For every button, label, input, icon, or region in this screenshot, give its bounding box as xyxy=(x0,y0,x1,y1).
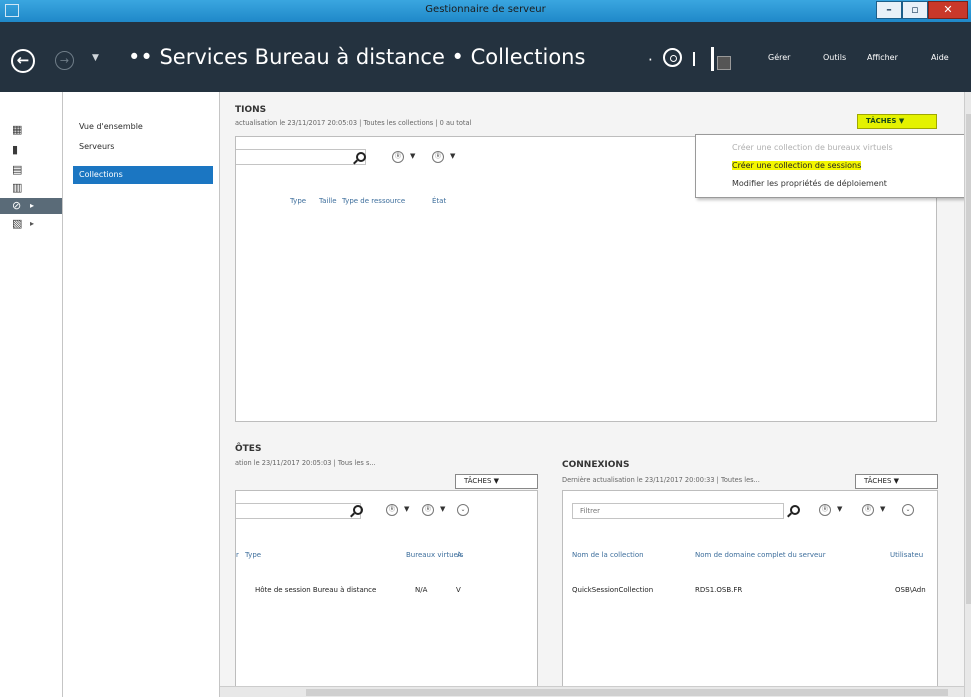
hosts-filter-input[interactable] xyxy=(236,503,361,519)
column-header-collection-name[interactable]: Nom de la collection xyxy=(572,551,644,559)
chevron-down-icon[interactable]: ▼ xyxy=(837,505,842,513)
separator-icon xyxy=(693,52,695,66)
chevron-down-icon[interactable]: ▼ xyxy=(410,152,415,160)
column-header-virtual-desktops[interactable]: Bureaux virtuels xyxy=(406,551,463,559)
column-header-user[interactable]: Utilisateu xyxy=(890,551,923,559)
column-header-server[interactable]: r xyxy=(236,551,239,559)
collections-filter-input[interactable] xyxy=(236,149,366,165)
connections-tasks-button[interactable]: TÂCHES ▼ xyxy=(855,474,938,489)
connections-panel: Filtrer Ⓡ ▼ Ⓡ ▼ ⌄ Nom de la collection N… xyxy=(562,490,938,696)
menu-view[interactable]: Afficher xyxy=(867,53,898,62)
expand-arrow-icon[interactable]: ▸ xyxy=(30,219,34,228)
column-header-extra[interactable]: A xyxy=(457,551,462,559)
history-dropdown-icon[interactable]: ▼ xyxy=(92,53,99,63)
close-button[interactable]: ✕ xyxy=(928,1,968,19)
horizontal-scroll-thumb[interactable] xyxy=(306,689,948,696)
window-title: Gestionnaire de serveur xyxy=(425,4,546,15)
vertical-scroll-thumb[interactable] xyxy=(966,114,971,604)
column-header-server-fqdn[interactable]: Nom de domaine complet du serveur xyxy=(695,551,826,559)
host-virtual-cell[interactable]: N/A xyxy=(415,586,427,594)
chevron-down-icon[interactable]: ▼ xyxy=(404,505,409,513)
notifications-flag-icon[interactable] xyxy=(711,47,733,71)
filter-options-icon[interactable]: Ⓡ xyxy=(819,504,831,516)
flag-pole-shape xyxy=(711,47,714,71)
menu-item-edit-deployment-properties[interactable]: Modifier les propriétés de déploiement xyxy=(732,179,887,188)
all-servers-icon[interactable]: ▤ xyxy=(12,164,24,176)
minimize-button[interactable]: – xyxy=(876,1,902,19)
expand-arrow-icon[interactable]: ▸ xyxy=(30,201,34,210)
remote-desktop-icon[interactable]: ⊘ xyxy=(12,200,24,212)
column-header-size[interactable]: Taille xyxy=(319,197,337,205)
nav-item-collections[interactable]: Collections xyxy=(73,166,213,184)
column-header-state[interactable]: État xyxy=(432,197,446,205)
saved-queries-icon[interactable]: Ⓡ xyxy=(862,504,874,516)
menu-help[interactable]: Aide xyxy=(931,53,949,62)
column-header-resource-type[interactable]: Type de ressource xyxy=(342,197,405,205)
chevron-down-icon[interactable]: ▼ xyxy=(880,505,885,513)
filter-options-icon[interactable]: Ⓡ xyxy=(386,504,398,516)
connections-subtitle: Dernière actualisation le 23/11/2017 20:… xyxy=(562,476,760,484)
file-storage-icon[interactable]: ▥ xyxy=(12,182,24,194)
refresh-dropdown-caret[interactable]: · xyxy=(648,51,653,69)
menu-manage[interactable]: Gérer xyxy=(768,53,790,62)
chevron-down-icon[interactable]: ▼ xyxy=(450,152,455,160)
connection-user-cell[interactable]: OSB\Adn xyxy=(895,586,926,594)
expand-icon[interactable]: ⌄ xyxy=(457,504,469,516)
connections-title: CONNEXIONS xyxy=(562,460,630,470)
menu-tools[interactable]: Outils xyxy=(823,53,846,62)
nav-item-servers[interactable]: Serveurs xyxy=(73,138,213,156)
breadcrumb: •• Services Bureau à distance • Collecti… xyxy=(128,45,586,69)
collections-tasks-button[interactable]: TÂCHES ▼ xyxy=(857,114,937,129)
horizontal-scrollbar[interactable] xyxy=(220,686,964,697)
saved-queries-icon[interactable]: Ⓡ xyxy=(422,504,434,516)
search-icon[interactable] xyxy=(353,505,363,515)
hosts-panel: Ⓡ ▼ Ⓡ ▼ ⌄ r Type Bureaux virtuels A Hôte… xyxy=(235,490,538,696)
local-server-icon[interactable]: ▮ xyxy=(12,144,24,156)
dashboard-icon[interactable]: ▦ xyxy=(12,124,24,136)
icon-rail: ▦ ▮ ▤ ▥ ⊘ ▸ ▧ ▸ xyxy=(0,92,63,697)
saved-queries-icon[interactable]: Ⓡ xyxy=(432,151,444,163)
menu-item-create-virtual-desktop-collection[interactable]: Créer une collection de bureaux virtuels xyxy=(732,143,893,152)
flag-box-shape xyxy=(717,56,731,70)
chevron-down-icon[interactable]: ▼ xyxy=(440,505,445,513)
connection-server-cell[interactable]: RDS1.OSB.FR xyxy=(695,586,742,594)
header-bar: ← → ▼ •• Services Bureau à distance • Co… xyxy=(0,22,971,92)
connection-collection-cell[interactable]: QuickSessionCollection xyxy=(572,586,653,594)
menu-item-create-session-collection[interactable]: Créer une collection de sessions xyxy=(732,161,862,170)
maximize-button[interactable]: ▫ xyxy=(902,1,928,19)
connections-filter-input[interactable]: Filtrer xyxy=(572,503,784,519)
filter-options-icon[interactable]: Ⓡ xyxy=(392,151,404,163)
column-header-type[interactable]: Type xyxy=(245,551,261,559)
window-titlebar: Gestionnaire de serveur – ▫ ✕ xyxy=(0,0,971,22)
host-type-cell[interactable]: Hôte de session Bureau à distance xyxy=(255,586,376,594)
hosts-subtitle: ation le 23/11/2017 20:05:03 | Tous les … xyxy=(235,459,376,467)
search-icon[interactable] xyxy=(790,505,800,515)
collections-subtitle: actualisation le 23/11/2017 20:05:03 | T… xyxy=(235,119,472,127)
expand-icon[interactable]: ⌄ xyxy=(902,504,914,516)
vertical-scrollbar[interactable] xyxy=(964,92,971,697)
column-header-type[interactable]: Type xyxy=(290,197,306,205)
nav-item-overview[interactable]: Vue d'ensemble xyxy=(73,118,213,136)
hosts-title: ÔTES xyxy=(235,444,262,454)
back-arrow-icon[interactable]: ← xyxy=(11,49,35,73)
tasks-dropdown-menu: Créer une collection de bureaux virtuels… xyxy=(695,134,971,198)
file-services-icon[interactable]: ▧ xyxy=(12,218,24,230)
forward-arrow-icon[interactable]: → xyxy=(55,51,74,70)
hosts-tasks-button[interactable]: TÂCHES ▼ xyxy=(455,474,538,489)
refresh-icon[interactable] xyxy=(663,48,682,67)
collections-title: TIONS xyxy=(235,105,267,115)
nav-pane: Vue d'ensemble Serveurs Collections xyxy=(63,92,220,697)
host-extra-cell[interactable]: V xyxy=(456,586,461,594)
search-icon[interactable] xyxy=(356,152,366,162)
